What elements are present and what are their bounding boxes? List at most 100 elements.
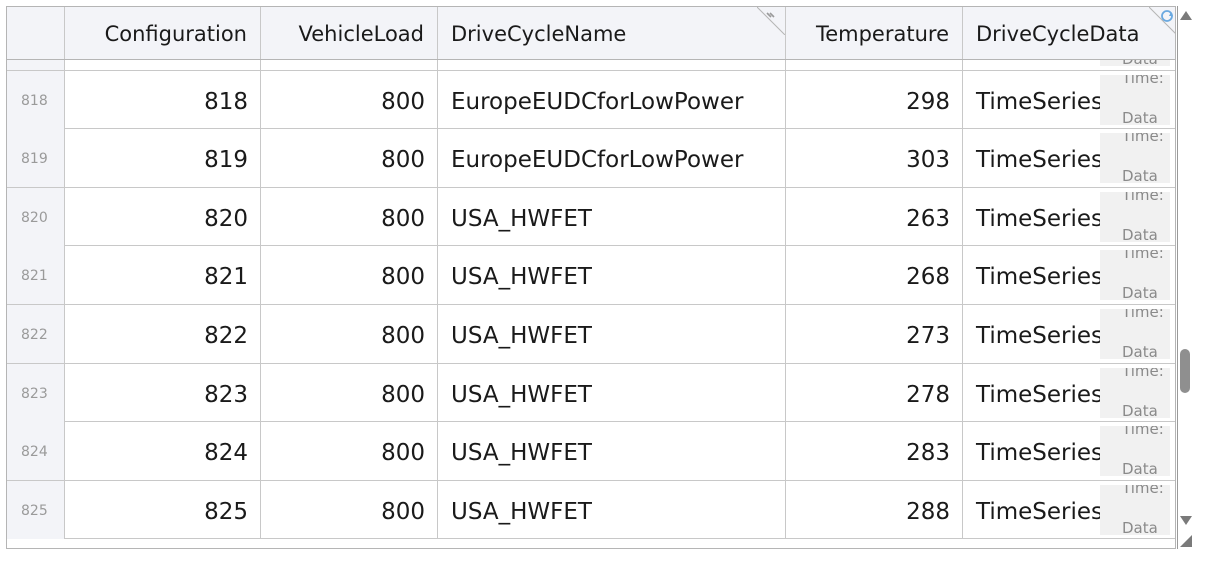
- timeseries-preview-data: Data: [1122, 167, 1158, 184]
- cell-temperature[interactable]: 278: [786, 363, 963, 422]
- vertical-scrollbar[interactable]: [1177, 6, 1193, 549]
- refresh-icon[interactable]: [1149, 7, 1176, 35]
- cell-drive-cycle-name[interactable]: EuropeEUDCforLowPower: [438, 60, 786, 70]
- timeseries-preview-data: Data: [1122, 225, 1158, 242]
- timeseries-preview-time: Time:: [1122, 250, 1164, 263]
- cell-temperature[interactable]: 263: [786, 187, 963, 246]
- cell-configuration[interactable]: 819: [65, 129, 261, 188]
- timeseries-preview[interactable]: Time: Data: [1100, 60, 1170, 66]
- cell-drive-cycle-data[interactable]: TimeSeries[ Time: Data: [963, 71, 1175, 129]
- scroll-down-arrow-icon[interactable]: [1180, 516, 1192, 525]
- table-row[interactable]: 821 821 800 USA_HWFET 268 TimeSeries[ Ti…: [7, 246, 1175, 305]
- cell-vehicle-load[interactable]: 800: [261, 60, 438, 70]
- row-index: 818: [7, 70, 65, 129]
- timeseries-preview-data: Data: [1122, 342, 1158, 359]
- cell-vehicle-load[interactable]: 800: [261, 129, 438, 188]
- cell-configuration[interactable]: 820: [65, 187, 261, 246]
- cell-drive-cycle-data[interactable]: TimeSeries[ Time: Data: [963, 129, 1175, 187]
- resize-grip-icon[interactable]: [1180, 535, 1192, 547]
- table-row[interactable]: 818 818 800 EuropeEUDCforLowPower 298 Ti…: [7, 70, 1175, 130]
- column-header-drive-cycle-name[interactable]: DriveCycleName: [438, 7, 786, 59]
- row-index: 819: [7, 129, 65, 188]
- cell-vehicle-load[interactable]: 800: [261, 422, 438, 481]
- cell-temperature[interactable]: 298: [786, 70, 963, 129]
- cell-temperature[interactable]: 303: [786, 129, 963, 188]
- table-row[interactable]: 825 825 800 USA_HWFET 288 TimeSeries[ Ti…: [7, 480, 1175, 540]
- timeseries-preview[interactable]: Time: Data: [1100, 133, 1170, 184]
- cell-vehicle-load[interactable]: 800: [261, 246, 438, 305]
- table-row[interactable]: 823 823 800 USA_HWFET 278 TimeSeries[ Ti…: [7, 363, 1175, 423]
- timeseries-label: TimeSeries[: [976, 322, 1112, 349]
- column-header-vehicle-load[interactable]: VehicleLoad: [261, 7, 438, 59]
- timeseries-preview[interactable]: Time: Data: [1100, 250, 1170, 301]
- timeseries-preview[interactable]: Time: Data: [1100, 426, 1170, 477]
- timeseries-label: TimeSeries[: [976, 440, 1112, 467]
- cell-drive-cycle-name[interactable]: USA_HWFET: [438, 422, 786, 481]
- timeseries-preview[interactable]: Time: Data: [1100, 308, 1170, 359]
- timeseries-preview-data: Data: [1122, 401, 1158, 418]
- column-header-configuration[interactable]: Configuration: [65, 7, 261, 59]
- cell-drive-cycle-data[interactable]: TimeSeries[ Time: Data: [963, 422, 1175, 480]
- row-index: 817: [7, 60, 65, 70]
- table-row[interactable]: 822 822 800 USA_HWFET 273 TimeSeries[ Ti…: [7, 304, 1175, 364]
- timeseries-preview-data: Data: [1122, 460, 1158, 477]
- table-row[interactable]: 817 817 800 EuropeEUDCforLowPower 293 Ti…: [7, 60, 1175, 71]
- cell-temperature[interactable]: 293: [786, 60, 963, 70]
- cell-drive-cycle-name[interactable]: EuropeEUDCforLowPower: [438, 129, 786, 188]
- cell-drive-cycle-name[interactable]: USA_HWFET: [438, 480, 786, 539]
- timeseries-preview[interactable]: Time: Data: [1100, 191, 1170, 242]
- row-index: 825: [7, 480, 65, 539]
- cell-configuration[interactable]: 821: [65, 246, 261, 305]
- timeseries-preview-time: Time:: [1122, 308, 1164, 321]
- timeseries-label: TimeSeries[: [976, 88, 1112, 115]
- cell-configuration[interactable]: 822: [65, 304, 261, 363]
- cell-temperature[interactable]: 268: [786, 246, 963, 305]
- timeseries-preview-data: Data: [1122, 518, 1158, 535]
- cell-vehicle-load[interactable]: 800: [261, 480, 438, 539]
- row-index: 824: [7, 422, 65, 481]
- scrollbar-thumb[interactable]: [1180, 348, 1190, 393]
- scroll-up-arrow-icon[interactable]: [1180, 11, 1192, 20]
- timeseries-preview[interactable]: Time: Data: [1100, 484, 1170, 535]
- timeseries-preview-time: Time:: [1122, 191, 1164, 204]
- cell-vehicle-load[interactable]: 800: [261, 363, 438, 422]
- column-header-temperature[interactable]: Temperature: [786, 7, 963, 59]
- cell-configuration[interactable]: 818: [65, 70, 261, 129]
- cell-vehicle-load[interactable]: 800: [261, 304, 438, 363]
- row-index: 820: [7, 187, 65, 246]
- timeseries-preview-time: Time:: [1122, 74, 1164, 87]
- cell-temperature[interactable]: 273: [786, 304, 963, 363]
- timeseries-preview[interactable]: Time: Data: [1100, 74, 1170, 125]
- cell-drive-cycle-data[interactable]: TimeSeries[ Time: Data: [963, 188, 1175, 246]
- cell-vehicle-load[interactable]: 800: [261, 70, 438, 129]
- cell-drive-cycle-name[interactable]: USA_HWFET: [438, 363, 786, 422]
- column-header-drive-cycle-data[interactable]: DriveCycleData: [963, 7, 1176, 59]
- row-index: 822: [7, 304, 65, 363]
- row-index-header: [7, 7, 65, 59]
- cell-configuration[interactable]: 825: [65, 480, 261, 539]
- cell-configuration[interactable]: 817: [65, 60, 261, 70]
- timeseries-label: TimeSeries[: [976, 264, 1112, 291]
- cell-drive-cycle-data[interactable]: TimeSeries[ Time: Data: [963, 481, 1175, 539]
- cell-vehicle-load[interactable]: 800: [261, 187, 438, 246]
- cell-drive-cycle-name[interactable]: USA_HWFET: [438, 187, 786, 246]
- table-row[interactable]: 819 819 800 EuropeEUDCforLowPower 303 Ti…: [7, 129, 1175, 188]
- table-row[interactable]: 824 824 800 USA_HWFET 283 TimeSeries[ Ti…: [7, 422, 1175, 481]
- cell-temperature[interactable]: 288: [786, 480, 963, 539]
- row-index: 823: [7, 363, 65, 422]
- cell-drive-cycle-data[interactable]: TimeSeries[ Time: Data: [963, 246, 1175, 304]
- table-row[interactable]: 820 820 800 USA_HWFET 263 TimeSeries[ Ti…: [7, 187, 1175, 247]
- cell-drive-cycle-data[interactable]: TimeSeries[ Time: Data: [963, 305, 1175, 363]
- cell-configuration[interactable]: 823: [65, 363, 261, 422]
- column-menu-icon[interactable]: [757, 7, 785, 35]
- cell-configuration[interactable]: 824: [65, 422, 261, 481]
- timeseries-preview[interactable]: Time: Data: [1100, 367, 1170, 418]
- cell-drive-cycle-name[interactable]: USA_HWFET: [438, 304, 786, 363]
- timeseries-label: TimeSeries[: [976, 498, 1112, 525]
- cell-temperature[interactable]: 283: [786, 422, 963, 481]
- cell-drive-cycle-data[interactable]: TimeSeries[ Time: Data: [963, 364, 1175, 422]
- table-header: Configuration VehicleLoad DriveCycleName…: [7, 7, 1176, 60]
- cell-drive-cycle-data[interactable]: TimeSeries[ Time: Data: [963, 60, 1175, 70]
- cell-drive-cycle-name[interactable]: EuropeEUDCforLowPower: [438, 70, 786, 129]
- cell-drive-cycle-name[interactable]: USA_HWFET: [438, 246, 786, 305]
